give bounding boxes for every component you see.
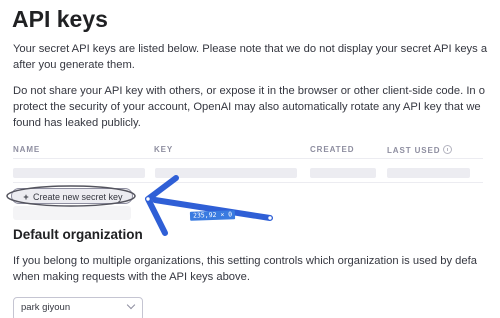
dimension-badge: 235,92 × 0 xyxy=(189,210,236,221)
create-button-label: Create new secret key xyxy=(33,192,123,202)
intro-line: Your secret API keys are listed below. P… xyxy=(13,43,488,55)
api-keys-page: API keys Your secret API keys are listed… xyxy=(0,0,500,318)
organization-description: If you belong to multiple organizations,… xyxy=(13,253,483,285)
arrow-head xyxy=(145,175,179,236)
table-row xyxy=(0,164,500,178)
create-new-secret-key-button[interactable]: + Create new secret key xyxy=(11,188,133,204)
organization-select[interactable]: park giyoun xyxy=(13,297,143,318)
column-header-created: CREATED xyxy=(310,145,355,154)
page-title: API keys xyxy=(12,6,108,32)
intro-line: after you generate them. xyxy=(13,59,135,71)
organization-selected-value: park giyoun xyxy=(21,302,71,313)
default-organization-title: Default organization xyxy=(13,227,143,242)
column-header-key: KEY xyxy=(154,145,174,154)
warning-line: protect the security of your account, Op… xyxy=(13,101,481,113)
table-row-divider xyxy=(13,182,483,183)
plus-icon: + xyxy=(23,192,29,202)
redacted-created-date xyxy=(310,168,376,178)
warning-line: Do not share your API key with others, o… xyxy=(13,85,485,97)
redacted-key-value xyxy=(155,168,297,178)
redacted-key-name xyxy=(13,168,145,178)
column-header-name: NAME xyxy=(13,145,41,154)
intro-text: Your secret API keys are listed below. P… xyxy=(13,41,488,73)
redacted-last-used xyxy=(387,168,470,178)
info-icon[interactable] xyxy=(443,145,453,154)
table-header-divider xyxy=(13,158,483,159)
warning-text: Do not share your API key with others, o… xyxy=(13,83,485,131)
organization-description-line: when making requests with the API keys a… xyxy=(13,271,250,283)
warning-line: found has leaked publicly. xyxy=(13,117,141,129)
arrow-end-handle[interactable] xyxy=(267,215,273,221)
column-header-last-used: LAST USED xyxy=(387,145,453,155)
arrow-start-handle[interactable] xyxy=(145,196,151,202)
column-header-last-used-label: LAST USED xyxy=(387,146,441,155)
button-shadow xyxy=(13,206,131,220)
chevron-down-icon xyxy=(126,300,136,310)
organization-description-line: If you belong to multiple organizations,… xyxy=(13,255,477,267)
